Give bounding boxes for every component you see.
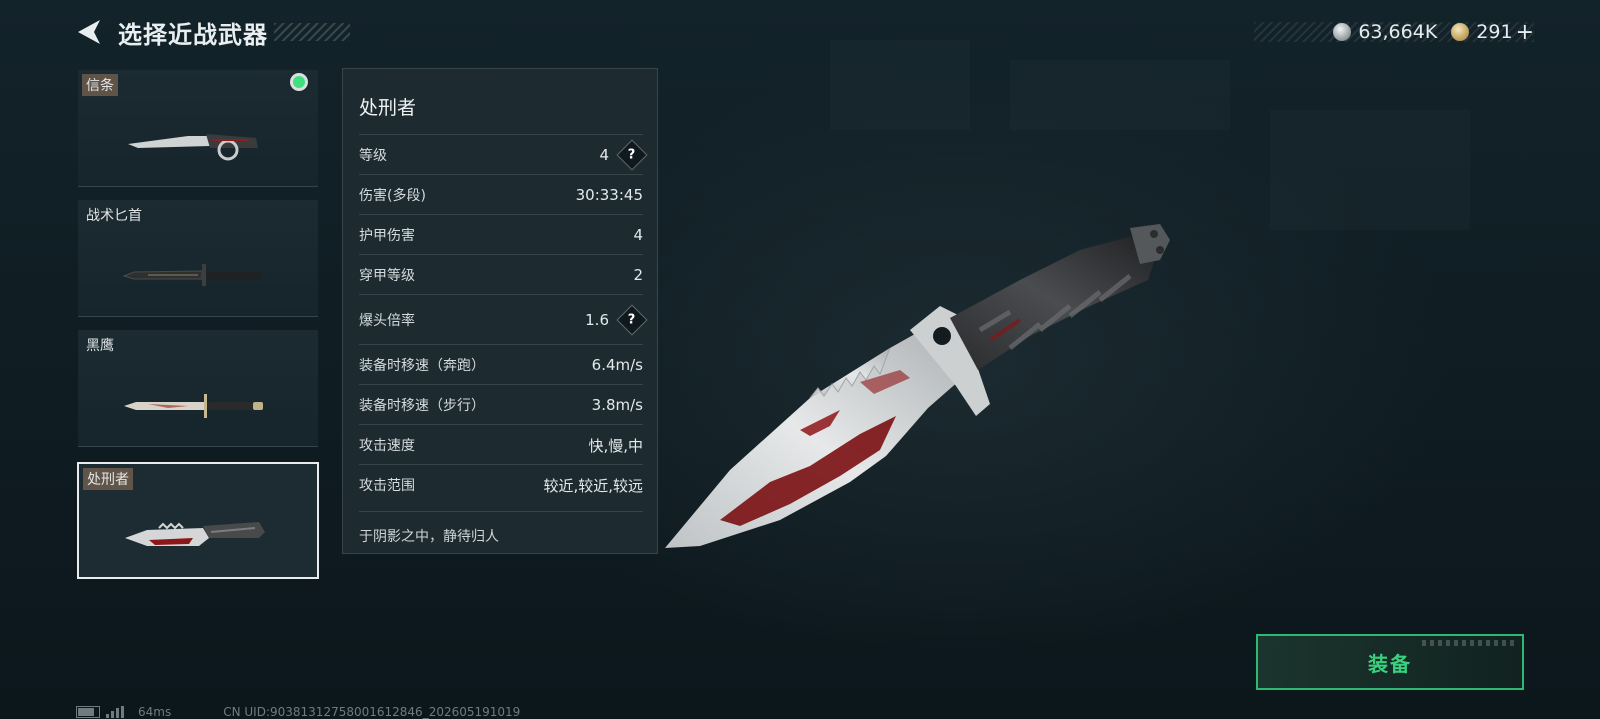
bg-texture <box>1270 110 1470 230</box>
gold-currency[interactable]: 291 + <box>1451 20 1534 45</box>
executioner-knife-image <box>125 522 265 546</box>
bg-texture <box>830 40 970 130</box>
stat-value: 6.4m/s <box>591 356 643 374</box>
weapon-stats-panel: 处刑者 等级 4 ? 伤害(多段) 30:33:45 护甲伤害 4 穿甲等级 2… <box>342 68 658 554</box>
help-icon: ? <box>628 312 636 328</box>
stat-label: 穿甲等级 <box>359 268 415 284</box>
page-header: 选择近战武器 <box>74 14 350 50</box>
uid-text: CN UID:9038131275800161284​6_20260519101… <box>223 704 521 719</box>
gold-amount: 291 <box>1476 21 1513 43</box>
status-footer: 64ms CN UID:9038131275800161284​6_202605… <box>76 704 520 719</box>
stat-label: 装备时移速（奔跑） <box>359 358 485 374</box>
button-decoration <box>1422 640 1518 646</box>
add-currency-button[interactable]: + <box>1516 20 1534 45</box>
tactical-dagger-image <box>122 264 262 286</box>
stat-label: 等级 <box>359 148 387 164</box>
stat-label: 装备时移速（步行） <box>359 398 485 414</box>
stat-value-text: 1.6 <box>585 311 609 329</box>
stat-value: 3.8m/s <box>591 396 643 414</box>
stat-value: 4 <box>633 226 643 244</box>
stat-value: 快,慢,中 <box>588 436 643 455</box>
silver-currency: 63,664K <box>1333 21 1437 43</box>
weapon-description: 于阴影之中，静待归人 <box>359 511 643 546</box>
equipped-indicator <box>293 76 305 88</box>
headshot-help-button[interactable]: ? <box>616 304 648 336</box>
melee-weapon-select-screen: 选择近战武器 63,664K 291 + 信条 战术匕首 黑鹰 处刑者 处刑者 … <box>0 0 1600 719</box>
stat-value-text: 4 <box>599 146 609 164</box>
bg-texture <box>1010 60 1230 130</box>
stat-row-headshot: 爆头倍率 1.6 ? <box>359 294 648 345</box>
weapon-card-executioner[interactable]: 处刑者 <box>77 462 319 579</box>
black-hawk-knife-image <box>124 394 263 418</box>
level-help-button[interactable]: ? <box>616 139 648 171</box>
silver-amount: 63,664K <box>1358 21 1438 43</box>
equip-button-label: 装备 <box>1368 651 1412 676</box>
stat-value: 30:33:45 <box>575 186 643 204</box>
equip-button[interactable]: 装备 <box>1256 634 1524 690</box>
stat-row-walk-speed: 装备时移速（步行） 3.8m/s <box>359 384 643 425</box>
weapon-card-name: 黑鹰 <box>86 338 114 354</box>
silver-coin-icon <box>1333 23 1352 41</box>
stat-value: 较近,较近,较远 <box>543 476 643 495</box>
battery-icon <box>76 705 100 718</box>
stat-label: 爆头倍率 <box>359 313 415 329</box>
weapon-card-xintiao[interactable]: 信条 <box>78 70 318 187</box>
weapon-card-name: 处刑者 <box>83 468 133 490</box>
xintiao-knife-image <box>128 134 258 161</box>
stat-value: 4 ? <box>599 139 648 171</box>
stat-value: 1.6 ? <box>585 304 648 336</box>
stat-value: 2 <box>633 266 643 284</box>
gold-coin-icon <box>1451 23 1470 41</box>
stat-row-damage: 伤害(多段) 30:33:45 <box>359 174 643 215</box>
weapon-card-tactical-dagger[interactable]: 战术匕首 <box>78 200 318 317</box>
weapon-card-name: 信条 <box>82 74 118 96</box>
stat-row-penetration: 穿甲等级 2 <box>359 254 643 295</box>
stat-row-level: 等级 4 ? <box>359 134 648 175</box>
stat-row-attack-range: 攻击范围 较近,较近,较远 <box>359 464 643 505</box>
currency-bar: 63,664K 291 + <box>1254 20 1534 45</box>
title-decoration <box>274 23 350 41</box>
stat-label: 攻击范围 <box>359 478 415 494</box>
stat-label: 伤害(多段) <box>359 188 426 204</box>
stats-weapon-name: 处刑者 <box>359 97 417 119</box>
stat-row-run-speed: 装备时移速（奔跑） 6.4m/s <box>359 344 643 385</box>
page-title: 选择近战武器 <box>118 20 268 49</box>
back-button[interactable] <box>74 14 104 50</box>
signal-icon <box>106 705 126 718</box>
stat-label: 护甲伤害 <box>359 228 415 244</box>
help-icon: ? <box>628 147 636 163</box>
weapon-card-name: 战术匕首 <box>86 208 142 224</box>
back-arrow-icon <box>78 20 100 44</box>
ping-text: 64ms <box>138 704 172 719</box>
stat-label: 攻击速度 <box>359 438 415 454</box>
stat-row-attack-speed: 攻击速度 快,慢,中 <box>359 424 643 465</box>
stat-row-armor-damage: 护甲伤害 4 <box>359 214 643 255</box>
weapon-card-black-hawk[interactable]: 黑鹰 <box>78 330 318 447</box>
executioner-knife-render <box>665 224 1170 548</box>
